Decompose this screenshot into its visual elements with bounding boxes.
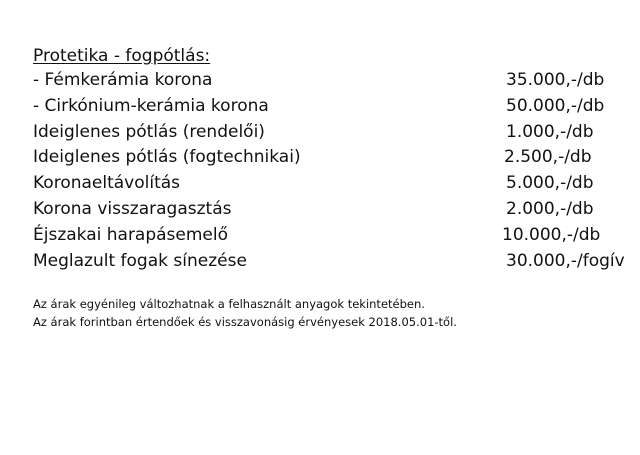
price-list: - Fémkerámia korona 35.000,-/db - Cirkón… bbox=[33, 69, 633, 275]
price-row: Éjszakai harapásemelő 10.000,-/db bbox=[33, 224, 633, 250]
footnote: Az árak forintban értendőek és visszavon… bbox=[33, 315, 457, 329]
service-name: - Cirkónium-kerámia korona bbox=[33, 95, 269, 116]
service-price: 5.000,-/db bbox=[506, 173, 594, 194]
service-price: 35.000,-/db bbox=[506, 70, 605, 90]
price-row: Meglazult fogak sínezése 30.000,-/fogív bbox=[33, 250, 633, 276]
service-name: Ideiglenes pótlás (rendelői) bbox=[33, 121, 265, 142]
footnote: Az árak egyénileg változhatnak a felhasz… bbox=[33, 297, 425, 311]
service-price: 50.000,-/db bbox=[506, 95, 605, 116]
service-price: 2.500,-/db bbox=[504, 147, 592, 168]
service-name: Ideiglenes pótlás (fogtechnikai) bbox=[33, 147, 301, 168]
service-price: 2.000,-/db bbox=[506, 198, 594, 219]
service-name: Meglazult fogak sínezése bbox=[33, 250, 247, 271]
price-row: Ideiglenes pótlás (rendelői) 1.000,-/db bbox=[33, 121, 633, 147]
price-row: Korona visszaragasztás 2.000,-/db bbox=[33, 198, 633, 224]
price-row: Ideiglenes pótlás (fogtechnikai) 2.500,-… bbox=[33, 146, 633, 172]
price-row: - Fémkerámia korona 35.000,-/db bbox=[33, 69, 633, 95]
service-price: 10.000,-/db bbox=[502, 224, 601, 245]
section-title: Protetika - fogpótlás: bbox=[33, 46, 211, 66]
service-name: - Fémkerámia korona bbox=[33, 70, 213, 90]
service-price: 30.000,-/fogív bbox=[506, 250, 625, 271]
price-row: - Cirkónium-kerámia korona 50.000,-/db bbox=[33, 95, 633, 121]
service-name: Korona visszaragasztás bbox=[33, 198, 232, 219]
footnotes: Az árak egyénileg változhatnak a felhasz… bbox=[33, 295, 633, 331]
price-list-page: Protetika - fogpótlás: - Fémkerámia koro… bbox=[0, 0, 640, 455]
service-price: 1.000,-/db bbox=[506, 121, 594, 142]
service-name: Éjszakai harapásemelő bbox=[33, 224, 229, 245]
price-row: Koronaeltávolítás 5.000,-/db bbox=[33, 172, 633, 198]
service-name: Koronaeltávolítás bbox=[33, 173, 181, 194]
